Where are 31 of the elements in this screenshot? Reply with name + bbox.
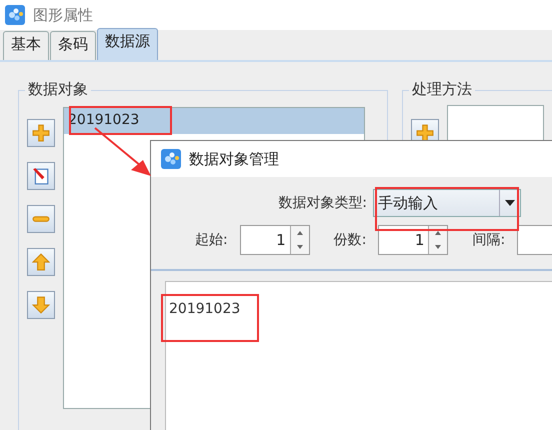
window-title: 图形属性 (33, 6, 93, 24)
content-text: 20191023 (169, 301, 240, 317)
field-label: 起始: (195, 231, 228, 249)
app-logo-icon (161, 149, 181, 169)
up-arrow-icon (32, 253, 50, 271)
group-title: 数据对象 (25, 80, 91, 99)
tab[interactable]: 条码 (50, 31, 96, 60)
field-label: 间隔: (472, 231, 506, 249)
tab[interactable]: 数据源 (97, 28, 158, 60)
plus-icon (32, 124, 50, 142)
dialog-title: 数据对象管理 (189, 150, 279, 168)
pencil-document-icon (32, 167, 50, 185)
add-button[interactable] (27, 119, 55, 147)
edit-button[interactable] (27, 162, 55, 190)
down-button[interactable] (27, 291, 55, 319)
type-dropdown[interactable]: 手动输入 (373, 189, 521, 217)
remove-button[interactable] (27, 205, 55, 233)
tab[interactable]: 基本 (3, 31, 49, 60)
field-label: 份数: (334, 231, 366, 249)
group-title: 处理方法 (409, 80, 475, 99)
pointer-arrow (93, 126, 153, 178)
up-button[interactable] (27, 248, 55, 276)
number-spinner[interactable]: 1 (240, 225, 310, 255)
plus-icon (416, 124, 434, 142)
list-item[interactable]: 20191023 (64, 108, 364, 134)
number-spinner[interactable]: 1 (378, 225, 448, 255)
field-label: 数据对象类型: (278, 194, 367, 212)
content-text-area[interactable]: 20191023 (165, 281, 552, 430)
down-arrow-icon (32, 296, 50, 314)
caret-icon (505, 200, 515, 206)
app-logo-icon (5, 5, 25, 25)
